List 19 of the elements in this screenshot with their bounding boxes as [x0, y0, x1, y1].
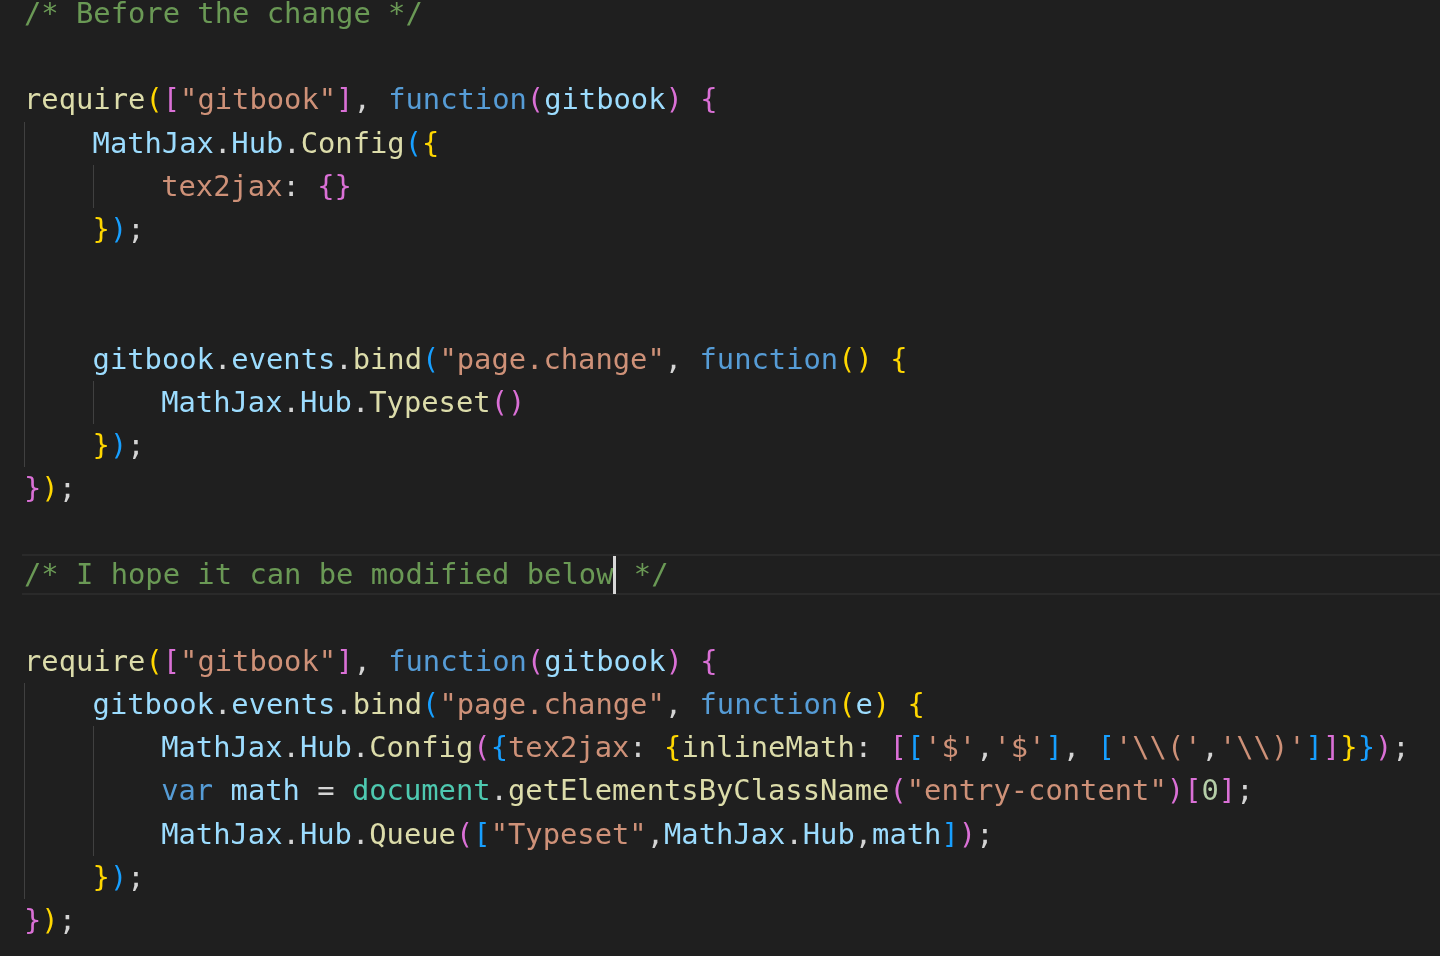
- code-line: });: [24, 901, 77, 939]
- code-line: MathJax.Hub.Config({tex2jax: {inlineMath: [['$','$'], ['\\(','\\)']]}});: [161, 729, 1410, 767]
- code-line: tex2jax: {}: [161, 167, 352, 205]
- code-line: MathJax.Hub.Config({: [92, 124, 440, 162]
- code-line: MathJax.Hub.Typeset(): [161, 383, 526, 421]
- code-line: });: [92, 210, 145, 248]
- code-line: require(["gitbook"], function(gitbook) {: [24, 81, 718, 119]
- code-line: gitbook.events.bind("page.change", function() {: [92, 340, 908, 378]
- code-line: });: [92, 858, 145, 896]
- code-line: var math = document.getElementsByClassName("entry-content")[0];: [161, 772, 1254, 810]
- text-cursor: [613, 555, 617, 594]
- code-line: MathJax.Hub.Queue(["Typeset",MathJax.Hub,math]);: [161, 815, 994, 853]
- code-line: /* Before the change */: [24, 0, 423, 32]
- code-line: });: [92, 426, 145, 464]
- code-line: /* I hope it can be modified below: [24, 556, 614, 594]
- code-line: require(["gitbook"], function(gitbook) {: [24, 642, 718, 680]
- code-line: gitbook.events.bind("page.change", function(e) {: [92, 686, 925, 723]
- code-line: */: [632, 556, 669, 594]
- code-line: });: [24, 470, 77, 508]
